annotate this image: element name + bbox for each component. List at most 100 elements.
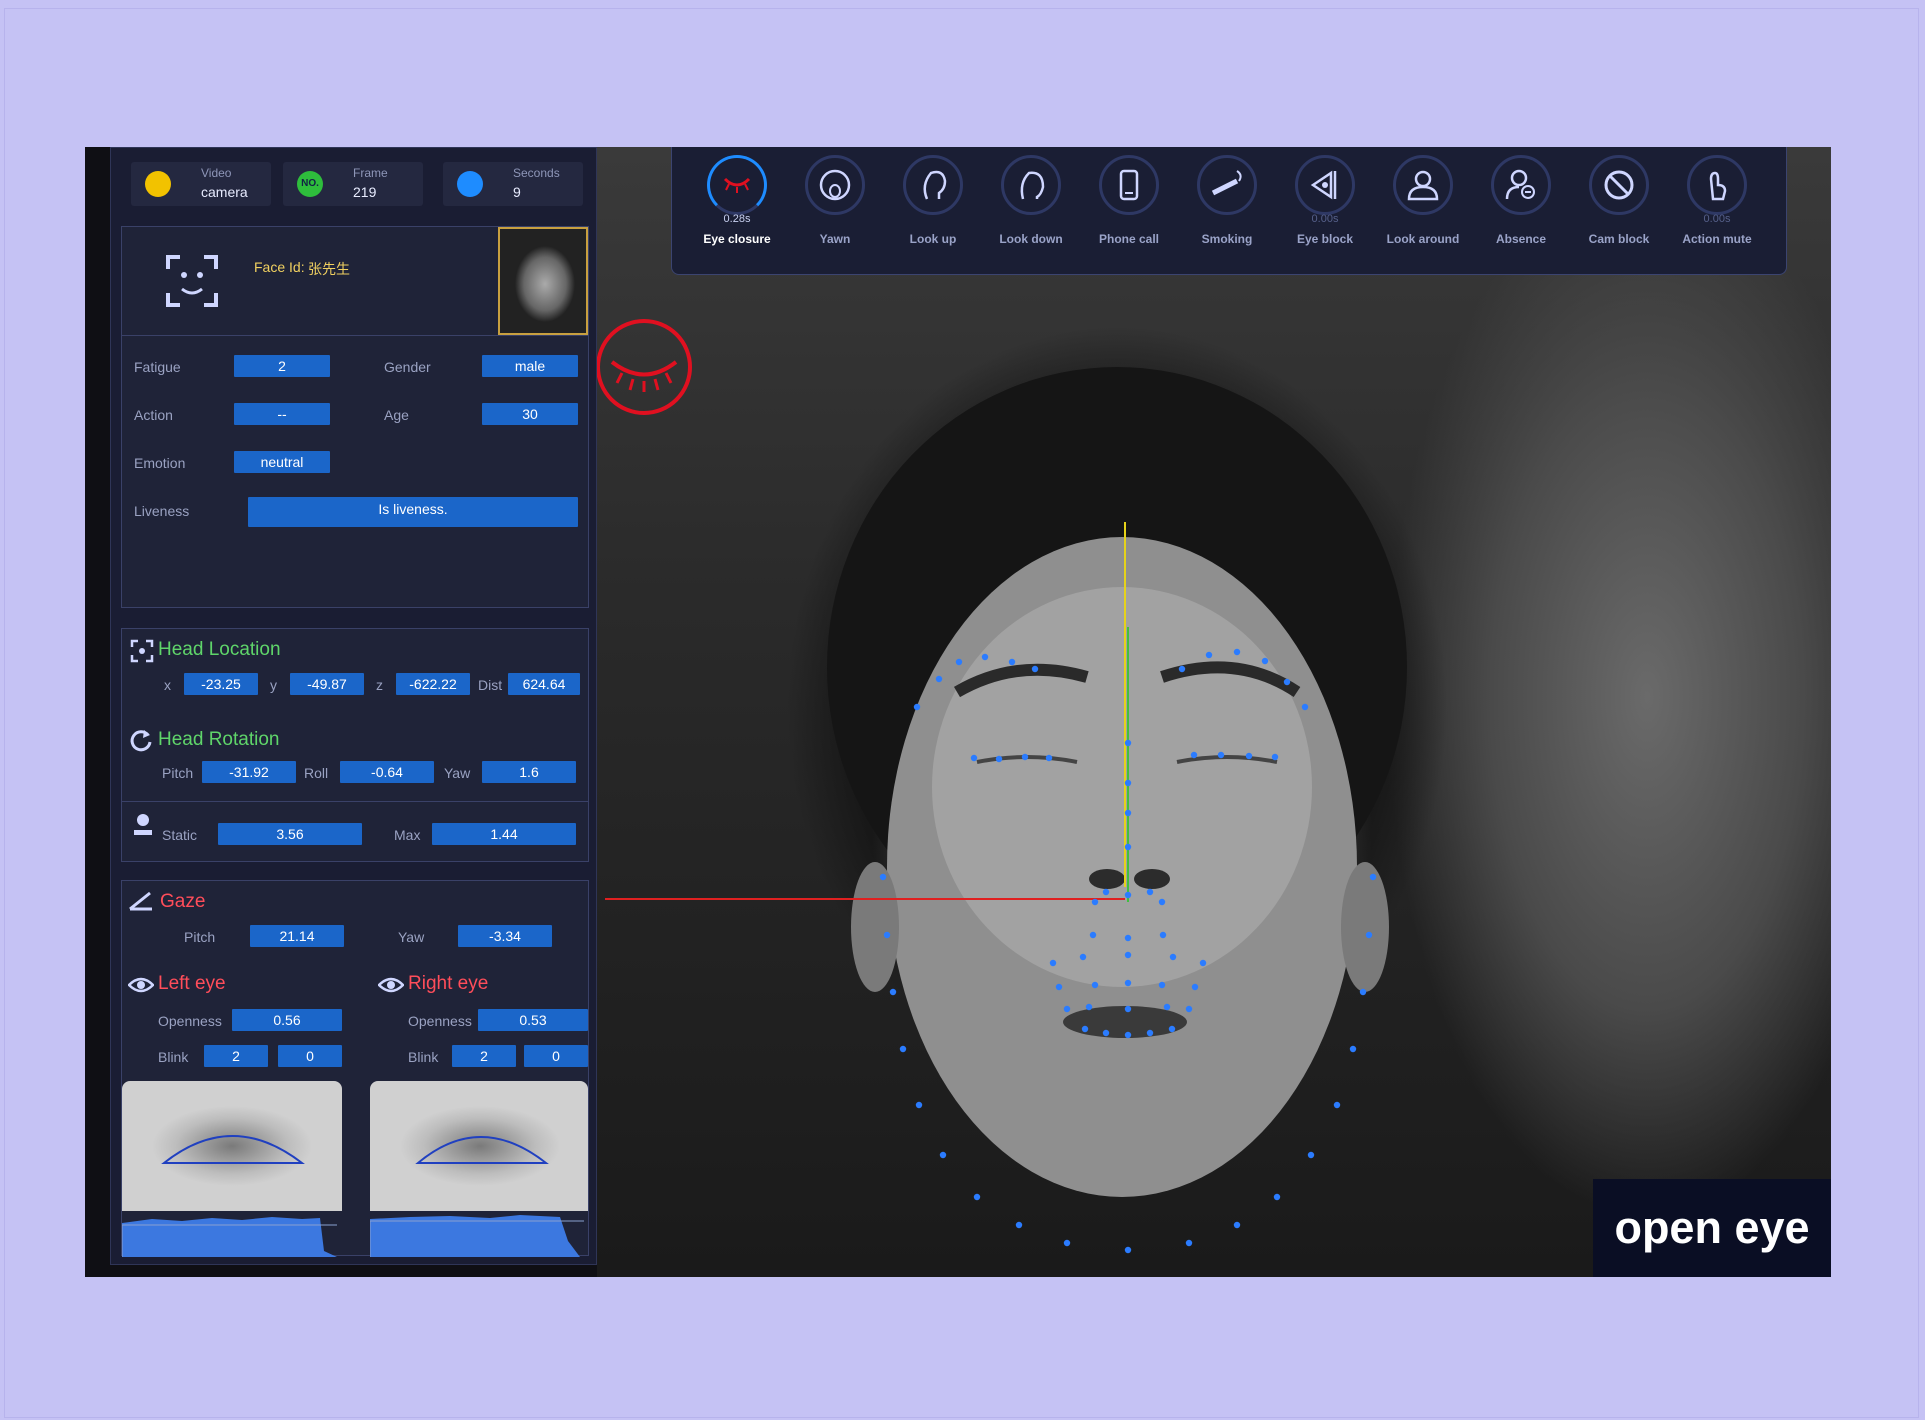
left-ear <box>851 862 899 992</box>
detection-label: Phone call <box>1098 232 1160 246</box>
head-dist-value: 624.64 <box>508 673 580 695</box>
landmark-point <box>913 703 921 711</box>
phone-icon <box>1099 155 1159 215</box>
landmark-point <box>1217 751 1225 759</box>
age-label: Age <box>384 407 409 423</box>
age-value: 30 <box>482 403 578 425</box>
landmark-point <box>1055 983 1063 991</box>
gaze-yaw-label: Yaw <box>398 929 425 945</box>
frame-value: 219 <box>353 184 377 200</box>
pitch-value: -31.92 <box>202 761 296 783</box>
landmark-point <box>1063 1005 1071 1013</box>
fatigue-label: Fatigue <box>134 359 181 375</box>
detection-yawn[interactable]: Yawn <box>786 147 884 275</box>
gaze-pitch-label: Pitch <box>184 929 216 945</box>
landmark-point <box>970 754 978 762</box>
landmark-point <box>1233 648 1241 656</box>
landmark-point <box>1191 983 1199 991</box>
face-id-label: Face Id: <box>254 259 305 275</box>
landmark-point <box>1271 753 1279 761</box>
landmark-point <box>1008 658 1016 666</box>
head-z-label: z <box>376 677 383 693</box>
landmark-point <box>1185 1239 1193 1247</box>
gaze-title: Gaze <box>160 891 206 912</box>
right-eye-crop <box>370 1081 588 1211</box>
landmark-point <box>1015 1221 1023 1229</box>
max-label: Max <box>394 827 421 843</box>
landmark-point <box>935 675 943 683</box>
divider <box>122 335 588 336</box>
face-id-value: 张先生 <box>308 261 350 277</box>
detection-smoking[interactable]: Smoking <box>1178 147 1276 275</box>
roll-value: -0.64 <box>340 761 434 783</box>
emotion-label: Emotion <box>134 455 186 471</box>
detection-label: Smoking <box>1201 232 1253 246</box>
landmark-point <box>1124 1246 1132 1254</box>
right-blink-secondary: 0 <box>524 1045 588 1067</box>
landmark-point <box>1049 959 1057 967</box>
landmark-point <box>995 755 1003 763</box>
detection-absence[interactable]: Absence <box>1472 147 1570 275</box>
landmark-point <box>1307 1151 1315 1159</box>
hand-finger-icon <box>1687 155 1747 215</box>
landmark-point <box>915 1101 923 1109</box>
right-eye-openness-waveform <box>370 1215 584 1257</box>
detection-label: Eye closure <box>703 232 771 246</box>
gaze-angle-icon <box>129 891 152 911</box>
eye-closure-icon <box>707 155 767 215</box>
action-value: -- <box>234 403 330 425</box>
detection-duration: 0.00s <box>1311 213 1339 225</box>
info-panel: Video camera NO. Frame 219 Seconds 9 Fac… <box>110 147 597 1265</box>
landmark-point <box>1045 754 1053 762</box>
landmark-point <box>1124 809 1132 817</box>
detection-label: Eye block <box>1296 232 1354 246</box>
detection-phone-call[interactable]: Phone call <box>1080 147 1178 275</box>
detection-cam-block[interactable]: Cam block <box>1570 147 1668 275</box>
detection-label: Cam block <box>1588 232 1650 246</box>
head-x-value: -23.25 <box>184 673 258 695</box>
right-openness-label: Openness <box>408 1013 472 1029</box>
look-down-icon <box>1001 155 1061 215</box>
landmark-point <box>1124 1005 1132 1013</box>
detection-eye-block[interactable]: 0.00s Eye block <box>1276 147 1374 275</box>
static-label: Static <box>162 827 198 843</box>
open-eye-logo: open eye <box>1593 1179 1831 1277</box>
left-blink-label: Blink <box>158 1049 189 1065</box>
landmark-point <box>1124 1031 1132 1039</box>
detection-label: Yawn <box>819 232 851 246</box>
landmark-point <box>1102 888 1110 896</box>
left-eye-icon <box>128 977 154 993</box>
head-x-label: x <box>164 677 171 693</box>
landmark-point <box>1091 981 1099 989</box>
video-value: camera <box>201 184 248 200</box>
detection-look-up[interactable]: Look up <box>884 147 982 275</box>
landmark-point <box>1261 657 1269 665</box>
right-blink-label: Blink <box>408 1049 439 1065</box>
landmark-point <box>1273 1193 1281 1201</box>
face-highlight <box>932 587 1312 987</box>
detection-look-around[interactable]: Look around <box>1374 147 1472 275</box>
landmark-point <box>1369 873 1377 881</box>
landmark-point <box>1233 1221 1241 1229</box>
detection-eye-closure[interactable]: 0.28s Eye closure <box>688 147 786 275</box>
detection-toolbar: 0.28s Eye closure Yawn Look up Look down Phon… <box>671 147 1787 275</box>
right-eye-icon <box>378 977 404 993</box>
detection-look-down[interactable]: Look down <box>982 147 1080 275</box>
gender-label: Gender <box>384 359 431 375</box>
landmark-point <box>1085 1003 1093 1011</box>
head-rotation-title: Head Rotation <box>158 729 280 750</box>
landmark-point <box>1124 739 1132 747</box>
landmark-point <box>889 988 897 996</box>
absence-icon <box>1491 155 1551 215</box>
landmark-point <box>1169 953 1177 961</box>
left-blink-secondary: 0 <box>278 1045 342 1067</box>
mouth <box>1063 1006 1187 1038</box>
static-value: 3.56 <box>218 823 362 845</box>
landmark-point <box>1185 1005 1193 1013</box>
detection-duration: 0.00s <box>1703 213 1731 225</box>
landmark-point <box>1146 888 1154 896</box>
landmark-point <box>955 658 963 666</box>
detection-action-mute[interactable]: 0.00s Action mute <box>1668 147 1766 275</box>
landmark-point <box>1124 951 1132 959</box>
divider <box>122 801 588 802</box>
